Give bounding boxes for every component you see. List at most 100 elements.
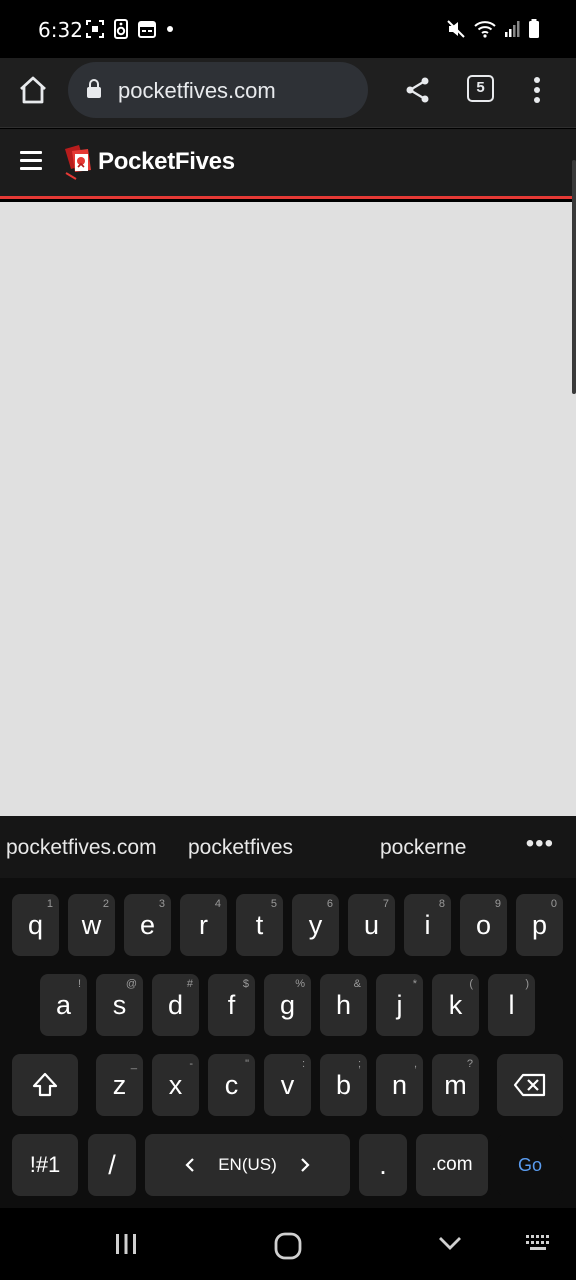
key-v[interactable]: v:	[264, 1054, 311, 1116]
share-icon	[406, 77, 429, 103]
key-s[interactable]: s @	[96, 974, 143, 1036]
site-logo[interactable]: PocketFives	[62, 143, 235, 181]
share-button[interactable]	[402, 74, 434, 106]
keyboard-switch-button[interactable]	[524, 1232, 554, 1259]
key-f[interactable]: f $	[208, 974, 255, 1036]
key-hint: "	[245, 1058, 249, 1070]
key-hint: 9	[494, 898, 501, 910]
key-k[interactable]: k(	[432, 974, 479, 1036]
key-label: h	[335, 989, 352, 1020]
suggestion-item[interactable]: pocketfives	[188, 836, 293, 860]
shift-key[interactable]	[12, 1054, 78, 1116]
key-label: q	[27, 909, 44, 940]
status-bar: 6:32	[0, 0, 576, 58]
slash-key[interactable]: /	[88, 1134, 136, 1196]
key-r[interactable]: r4	[180, 894, 227, 956]
key-label: a	[55, 989, 72, 1020]
key-i[interactable]: i8	[404, 894, 451, 956]
space-bar[interactable]: EN(US)	[145, 1134, 350, 1196]
key-m[interactable]: m?	[432, 1054, 479, 1116]
key-hint: 8	[438, 898, 445, 910]
key-label: z	[112, 1069, 127, 1100]
suggestion-item[interactable]: pockerne	[380, 836, 466, 860]
key-hint: 0	[550, 898, 557, 910]
key-label: v	[280, 1069, 295, 1100]
key-hint: 7	[382, 898, 389, 910]
symbols-key[interactable]: !#1	[12, 1134, 78, 1196]
key-hint: (	[469, 978, 473, 990]
overflow-menu-button[interactable]	[527, 75, 547, 105]
screenshot-icon	[86, 20, 104, 38]
key-hint: 5	[270, 898, 277, 910]
period-key[interactable]: .	[359, 1134, 407, 1196]
key-label: o	[475, 909, 492, 940]
key-e[interactable]: e3	[124, 894, 171, 956]
key-hint: ?	[466, 1058, 473, 1070]
address-bar[interactable]: pocketfives.com	[68, 62, 368, 118]
key-j[interactable]: j *	[376, 974, 423, 1036]
tab-switcher-button[interactable]: 5	[467, 75, 494, 102]
key-y[interactable]: y6	[292, 894, 339, 956]
suggestion-item[interactable]: pocketfives.com	[6, 836, 157, 860]
key-w[interactable]: w2	[68, 894, 115, 956]
key-b[interactable]: b;	[320, 1054, 367, 1116]
key-label: b	[335, 1069, 352, 1100]
calendar-icon	[138, 20, 156, 38]
key-hint: 6	[326, 898, 333, 910]
dotcom-key[interactable]: .com	[416, 1134, 488, 1196]
dot-icon	[167, 26, 173, 32]
more-vert-icon	[534, 77, 540, 103]
page-content[interactable]	[0, 202, 576, 816]
hide-keyboard-button[interactable]	[437, 1232, 463, 1259]
key-label: r	[199, 909, 208, 940]
key-label: u	[363, 909, 380, 940]
key-c[interactable]: c "	[208, 1054, 255, 1116]
key-a[interactable]: a!	[40, 974, 87, 1036]
key-hint: :	[301, 1058, 305, 1070]
on-screen-keyboard: q1w2e3r4t5y6u7i8o9p0 a! s @ d # f $ g% h & j * k(l) …	[0, 878, 576, 1208]
key-hint: $	[242, 978, 249, 990]
lock-icon	[87, 79, 101, 98]
key-hint: _	[130, 1058, 137, 1070]
home-nav-button[interactable]	[274, 1232, 302, 1265]
key-label: k	[448, 989, 463, 1020]
backspace-key[interactable]	[497, 1054, 563, 1116]
sound-icon	[114, 19, 128, 39]
key-label: t	[255, 909, 264, 940]
home-button[interactable]	[16, 73, 50, 107]
hamburger-menu-icon[interactable]	[20, 151, 42, 173]
key-d[interactable]: d #	[152, 974, 199, 1036]
key-z[interactable]: z _	[96, 1054, 143, 1116]
key-t[interactable]: t5	[236, 894, 283, 956]
key-x[interactable]: x-	[152, 1054, 199, 1116]
key-l[interactable]: l)	[488, 974, 535, 1036]
key-label: s	[112, 989, 127, 1020]
mute-icon	[447, 20, 465, 38]
scrollbar[interactable]	[572, 160, 576, 394]
key-hint: -	[189, 1058, 193, 1070]
key-p[interactable]: p0	[516, 894, 563, 956]
key-hint: &	[353, 978, 361, 990]
key-label: n	[391, 1069, 408, 1100]
key-q[interactable]: q1	[12, 894, 59, 956]
home-circle-icon	[274, 1232, 302, 1260]
site-header: PocketFives	[0, 129, 576, 199]
recent-apps-button[interactable]	[114, 1232, 138, 1261]
chevron-down-icon	[439, 1237, 461, 1250]
go-key[interactable]: Go	[497, 1134, 563, 1196]
more-suggestions-button[interactable]: •••	[526, 830, 554, 858]
key-label: d	[167, 989, 184, 1020]
key-u[interactable]: u7	[348, 894, 395, 956]
logo-mark-icon	[65, 145, 91, 180]
key-hint: @	[125, 978, 137, 990]
key-hint: 2	[102, 898, 109, 910]
key-hint: 4	[214, 898, 221, 910]
key-g[interactable]: g%	[264, 974, 311, 1036]
key-hint: ,	[413, 1058, 417, 1070]
key-n[interactable]: n,	[376, 1054, 423, 1116]
key-label: c	[224, 1069, 239, 1100]
backspace-icon	[513, 1073, 546, 1097]
key-o[interactable]: o9	[460, 894, 507, 956]
system-navigation-bar	[0, 1208, 576, 1280]
key-h[interactable]: h &	[320, 974, 367, 1036]
